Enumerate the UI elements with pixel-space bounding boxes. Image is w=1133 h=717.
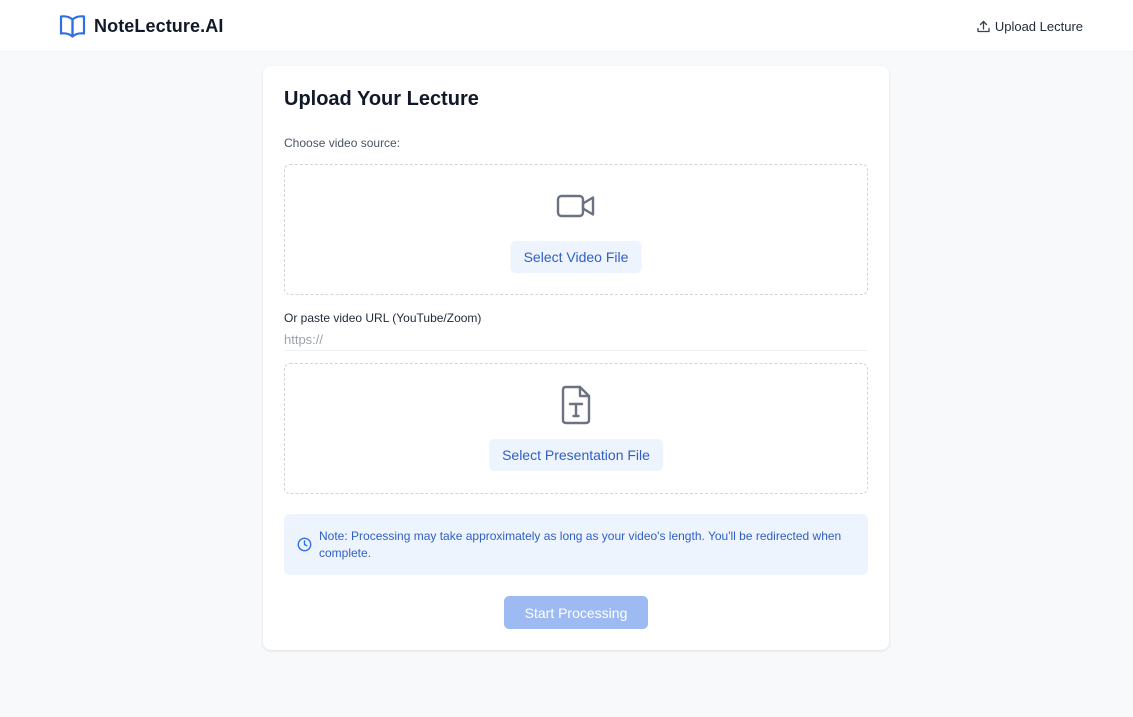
select-video-file-button[interactable]: Select Video File bbox=[510, 241, 642, 273]
top-navigation-bar: NoteLecture.AI Upload Lecture bbox=[0, 0, 1133, 52]
video-camera-icon bbox=[556, 194, 595, 218]
processing-note-text: Note: Processing may take approximately … bbox=[319, 529, 842, 560]
select-presentation-file-button[interactable]: Select Presentation File bbox=[489, 439, 663, 471]
upload-lecture-label: Upload Lecture bbox=[994, 18, 1083, 34]
brand-logo[interactable]: NoteLecture.AI bbox=[59, 13, 223, 39]
upload-lecture-nav-link[interactable]: Upload Lecture bbox=[977, 16, 1083, 36]
upload-card: Upload Your Lecture Choose video source:… bbox=[263, 66, 889, 650]
brand-name: NoteLecture.AI bbox=[94, 15, 224, 36]
start-processing-button[interactable]: Start Processing bbox=[504, 596, 648, 629]
presentation-dropzone[interactable]: Select Presentation File bbox=[284, 363, 868, 494]
video-source-label: Choose video source: bbox=[284, 136, 401, 150]
page-title: Upload Your Lecture bbox=[284, 88, 479, 110]
upload-icon bbox=[977, 20, 990, 32]
text-file-icon bbox=[561, 385, 591, 425]
video-url-input[interactable] bbox=[284, 329, 868, 351]
video-url-label: Or paste video URL (YouTube/Zoom) bbox=[284, 311, 482, 325]
processing-note: Note: Processing may take approximately … bbox=[284, 514, 868, 575]
clock-icon bbox=[297, 537, 312, 552]
video-dropzone[interactable]: Select Video File bbox=[284, 164, 868, 295]
open-book-icon bbox=[59, 15, 86, 38]
